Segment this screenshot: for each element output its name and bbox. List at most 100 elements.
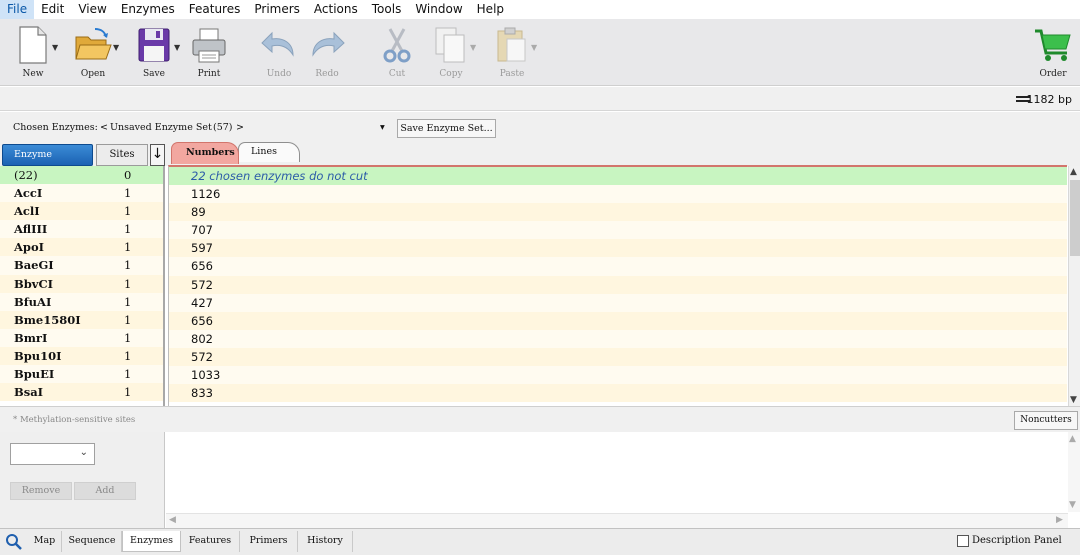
tab-enzymes[interactable]: Enzymes [122, 531, 181, 552]
enzyme-row[interactable]: Bme1580I 1 [0, 310, 163, 329]
enzyme-sites: 1 [124, 330, 132, 345]
cut-position: 1126 [191, 187, 221, 202]
copy-button[interactable]: Copy [426, 25, 476, 83]
tab-features[interactable]: Features [181, 531, 240, 552]
cut-button[interactable]: Cut [372, 25, 422, 83]
save-enzyme-set-button[interactable]: Save Enzyme Set... [397, 119, 496, 138]
cut-position: 89 [191, 205, 206, 220]
print-button[interactable]: Print [184, 25, 234, 83]
list-scrollbar[interactable]: ▲ ▼ [1068, 166, 1080, 406]
menu-enzymes[interactable]: Enzymes [114, 0, 182, 19]
undo-icon [261, 31, 294, 57]
redo-button[interactable]: Redo [302, 25, 352, 83]
enzyme-row[interactable]: ApoI 1 [0, 238, 163, 257]
enzyme-row[interactable]: AccI 1 [0, 184, 163, 203]
enzyme-sites: 1 [124, 294, 132, 309]
menu-help[interactable]: Help [470, 0, 511, 19]
positions-row[interactable]: 1126 [169, 185, 1067, 204]
positions-row[interactable]: 1033 [169, 366, 1067, 385]
open-label: Open [80, 69, 106, 79]
noncutter-note: 22 chosen enzymes do not cut [191, 169, 368, 183]
enzyme-row[interactable]: BpuEI 1 [0, 365, 163, 384]
tab-map[interactable]: Map [28, 531, 62, 552]
menu-actions[interactable]: Actions [307, 0, 365, 19]
save-button[interactable]: Save [129, 25, 179, 83]
sort-direction-icon[interactable]: ↓ [150, 144, 165, 166]
tab-lines[interactable]: Lines [238, 142, 300, 162]
paste-button[interactable]: Paste [487, 25, 537, 83]
enzyme-row[interactable]: Bpu10I 1 [0, 346, 163, 366]
previous-set-icon[interactable]: < [100, 122, 108, 133]
description-panel-checkbox[interactable] [957, 535, 969, 547]
search-icon[interactable] [5, 533, 23, 551]
enzyme-row-noncutters[interactable]: (22) 0 [0, 166, 163, 185]
positions-row[interactable]: 89 [169, 203, 1067, 222]
menu-view[interactable]: View [71, 0, 113, 19]
list-header: Enzyme Sites ↓ Lines Numbers [0, 142, 1080, 166]
enzyme-set-name[interactable]: Unsaved Enzyme Set [110, 122, 212, 133]
enzyme-row[interactable]: BaeGI 1 [0, 256, 163, 275]
scissors-icon [383, 28, 411, 63]
enzyme-row[interactable]: BmrI 1 [0, 328, 163, 347]
enzyme-row[interactable]: BfuAI 1 [0, 292, 163, 311]
menu-primers[interactable]: Primers [247, 0, 307, 19]
menu-file[interactable]: File [0, 0, 35, 19]
tab-sequence[interactable]: Sequence [63, 531, 122, 552]
enzyme-row[interactable]: AflIII 1 [0, 220, 163, 239]
save-dropdown-icon[interactable]: ▼ [174, 43, 180, 52]
enzyme-row[interactable]: AclI 1 [0, 202, 163, 221]
noncutters-button[interactable]: Noncutters [1014, 411, 1078, 430]
description-scrollbar[interactable]: ▲ ▼ [1068, 432, 1080, 512]
positions-row[interactable]: 572 [169, 347, 1067, 367]
menu-edit[interactable]: Edit [34, 0, 71, 19]
description-panel-label: Description Panel [972, 535, 1062, 546]
positions-row[interactable]: 656 [169, 311, 1067, 330]
paste-dropdown-icon[interactable]: ▼ [531, 43, 537, 52]
cut-position: 833 [191, 386, 213, 401]
new-button[interactable]: New [8, 25, 58, 83]
scroll-up-icon[interactable]: ▲ [1070, 167, 1077, 177]
tab-primers[interactable]: Primers [240, 531, 298, 552]
description-hscrollbar[interactable]: ◀ ▶ [166, 513, 1068, 528]
tab-history[interactable]: History [298, 531, 353, 552]
enzyme-set-dropdown-icon[interactable]: ▾ [380, 122, 385, 133]
enzyme-row[interactable]: BsaI 1 [0, 383, 163, 402]
menu-tools[interactable]: Tools [365, 0, 409, 19]
order-button[interactable]: Order [1028, 25, 1078, 83]
positions-row[interactable]: 22 chosen enzymes do not cut [169, 167, 1067, 186]
tab-numbers[interactable]: Numbers [171, 142, 239, 164]
positions-row[interactable]: 597 [169, 239, 1067, 258]
scrollbar-thumb[interactable] [1070, 180, 1080, 256]
positions-row[interactable]: 707 [169, 221, 1067, 240]
scroll-up-icon[interactable]: ▲ [1069, 434, 1076, 444]
sites-column-header[interactable]: Sites [96, 144, 148, 166]
add-button[interactable]: Add [74, 482, 136, 500]
scroll-down-icon[interactable]: ▼ [1070, 395, 1077, 405]
positions-row[interactable]: 833 [169, 384, 1067, 403]
new-dropdown-icon[interactable]: ▼ [52, 43, 58, 52]
enzyme-sites: 0 [124, 168, 132, 182]
scroll-right-icon[interactable]: ▶ [1056, 515, 1063, 525]
open-dropdown-icon[interactable]: ▼ [113, 43, 119, 52]
next-set-icon[interactable]: > [236, 122, 244, 133]
enzyme-column-header[interactable]: Enzyme [2, 144, 93, 166]
menu-window[interactable]: Window [408, 0, 469, 19]
undo-button[interactable]: Undo [254, 25, 304, 83]
save-label: Save [143, 69, 165, 79]
printer-icon [192, 28, 226, 63]
positions-row[interactable]: 427 [169, 293, 1067, 312]
cut-position: 1033 [191, 368, 221, 383]
positions-row[interactable]: 802 [169, 329, 1067, 348]
positions-row[interactable]: 656 [169, 257, 1067, 276]
remove-button[interactable]: Remove [10, 482, 72, 500]
enzyme-row[interactable]: BbvCI 1 [0, 274, 163, 293]
sequence-info-bar: 1182 bp [0, 87, 1080, 111]
copy-label: Copy [439, 69, 463, 79]
menu-features[interactable]: Features [182, 0, 248, 19]
positions-row[interactable]: 572 [169, 275, 1067, 294]
copy-dropdown-icon[interactable]: ▼ [470, 43, 476, 52]
scroll-down-icon[interactable]: ▼ [1069, 500, 1076, 510]
enzyme-select[interactable]: ⌄ [10, 443, 95, 465]
scroll-left-icon[interactable]: ◀ [169, 515, 176, 525]
open-button[interactable]: Open [68, 25, 118, 83]
